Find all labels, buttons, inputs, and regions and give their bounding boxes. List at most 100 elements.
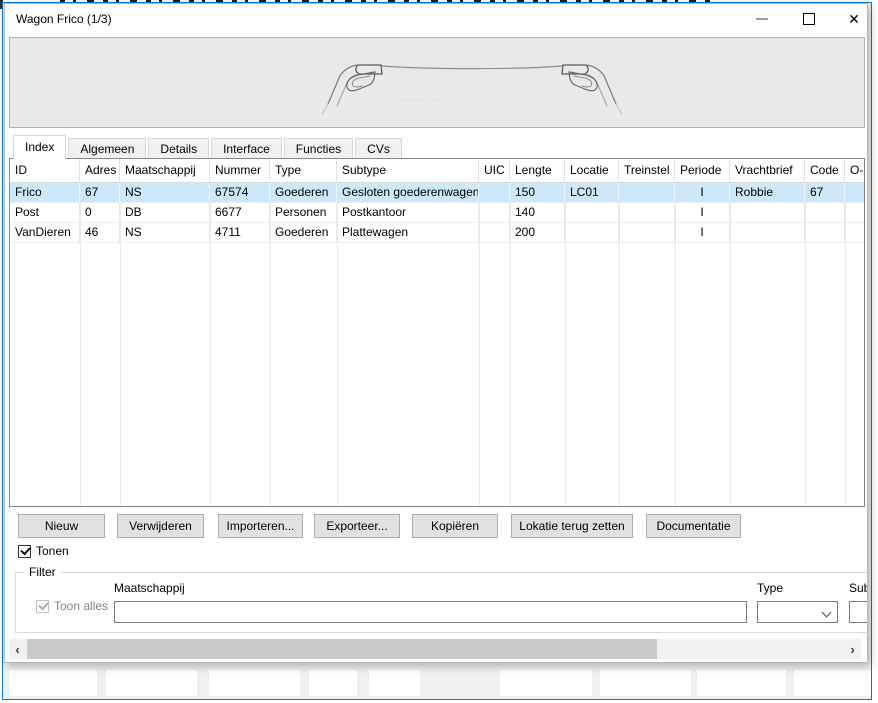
type-label: Type: [757, 581, 783, 595]
table-cell: Goederen: [270, 183, 337, 202]
chevron-right-icon[interactable]: ›: [844, 639, 861, 659]
tab-index[interactable]: Index: [13, 135, 66, 159]
table-cell: NS: [120, 183, 210, 202]
tab-cvs[interactable]: CVs: [355, 138, 402, 159]
filter-group-label: Filter: [25, 565, 60, 579]
maximize-icon: [803, 13, 815, 25]
tab-functies[interactable]: Functies: [284, 138, 353, 159]
column-header-id[interactable]: ID: [10, 159, 80, 182]
table-cell: VanDieren: [10, 223, 80, 242]
table-cell: [845, 223, 865, 242]
table-cell: [805, 223, 845, 242]
column-header-locatie[interactable]: Locatie: [565, 159, 619, 182]
chevron-down-icon: [822, 608, 832, 618]
tab-bar: IndexAlgemeenDetailsInterfaceFunctiesCVs: [13, 134, 404, 159]
tab-interface[interactable]: Interface: [211, 138, 282, 159]
wagon-dialog: Wagon Frico (1/3) ✕: [4, 3, 868, 663]
table-cell: [730, 223, 805, 242]
column-header-type[interactable]: Type: [270, 159, 337, 182]
table-cell: Frico: [10, 183, 80, 202]
table-cell: Goederen: [270, 223, 337, 242]
toon-alles-checkbox[interactable]: Toon alles: [36, 599, 108, 613]
tab-algemeen[interactable]: Algemeen: [68, 138, 146, 159]
table-cell: LC01: [565, 183, 619, 202]
table-cell: 140: [510, 203, 565, 222]
column-header-lengte[interactable]: Lengte: [510, 159, 565, 182]
background-panel: [106, 670, 197, 696]
table-cell: [619, 203, 675, 222]
background-panel: [600, 670, 691, 696]
column-header-nummer[interactable]: Nummer: [210, 159, 270, 182]
table-body: Frico67NS67574GoederenGesloten goederenw…: [10, 183, 864, 243]
button-verwijderen[interactable]: Verwijderen: [117, 514, 204, 538]
column-header-vrachtbrief[interactable]: Vrachtbrief: [730, 159, 805, 182]
table-cell: [479, 203, 510, 222]
button-nieuw[interactable]: Nieuw: [18, 514, 105, 538]
table-row[interactable]: VanDieren46NS4711GoederenPlattewagen200I: [10, 223, 864, 243]
minimize-icon: [756, 18, 768, 20]
background-panel: [697, 670, 786, 696]
close-button[interactable]: ✕: [831, 4, 868, 34]
table-cell: Postkantoor: [337, 203, 479, 222]
table-cell: 0: [80, 203, 120, 222]
table-cell: [730, 203, 805, 222]
table-cell: I: [675, 183, 730, 202]
table-cell: Gesloten goederenwagen: [337, 183, 479, 202]
button-importeren[interactable]: Importeren...: [218, 514, 303, 538]
table-cell: Post: [10, 203, 80, 222]
tonen-checkbox[interactable]: Tonen: [18, 544, 69, 558]
column-header-uic[interactable]: UIC: [479, 159, 510, 182]
column-header-periode[interactable]: Periode: [675, 159, 730, 182]
table-cell: NS: [120, 223, 210, 242]
column-header-subtype[interactable]: Subtype: [337, 159, 479, 182]
table-header-row: IDAdresMaatschappijNummerTypeSubtypeUICL…: [10, 159, 864, 183]
tab-details[interactable]: Details: [148, 138, 209, 159]
maatschappij-label: Maatschappij: [114, 581, 185, 595]
background-panel: [209, 670, 300, 696]
type-dropdown[interactable]: [757, 601, 838, 623]
table-row[interactable]: Post0DB6677PersonenPostkantoor140I: [10, 203, 864, 223]
table-cell: 67: [80, 183, 120, 202]
column-header-maatschappij[interactable]: Maatschappij: [120, 159, 210, 182]
column-header-adres[interactable]: Adres: [80, 159, 120, 182]
horizontal-scrollbar[interactable]: ‹ ›: [9, 639, 861, 659]
table-cell: Plattewagen: [337, 223, 479, 242]
button-documentatie[interactable]: Documentatie: [646, 514, 741, 538]
column-header-treinstel[interactable]: Treinstel: [619, 159, 675, 182]
column-header-code[interactable]: Code: [805, 159, 845, 182]
table-cell: [845, 183, 865, 202]
table-cell: DB: [120, 203, 210, 222]
chevron-left-icon[interactable]: ‹: [9, 639, 26, 659]
button-lokatie-terug-zetten[interactable]: Lokatie terug zetten: [511, 514, 633, 538]
background-panel: [794, 670, 872, 696]
table-cell: 46: [80, 223, 120, 242]
table-row[interactable]: Frico67NS67574GoederenGesloten goederenw…: [10, 183, 864, 203]
background-panel: [369, 670, 420, 696]
check-icon: [36, 600, 49, 613]
table-cell: 4711: [210, 223, 270, 242]
maximize-button[interactable]: [786, 4, 832, 34]
maatschappij-input[interactable]: [114, 601, 747, 623]
table-cell: [619, 183, 675, 202]
minimize-button[interactable]: [739, 4, 785, 34]
scrollbar-thumb[interactable]: [27, 639, 657, 659]
column-header-o-d[interactable]: O-D: [845, 159, 865, 182]
toon-alles-label: Toon alles: [54, 599, 108, 613]
table-cell: [565, 203, 619, 222]
background-panel: [9, 670, 97, 696]
table-cell: 200: [510, 223, 565, 242]
button-kopiëren[interactable]: Kopiëren: [412, 514, 498, 538]
table-cell: 67: [805, 183, 845, 202]
table-cell: [479, 183, 510, 202]
close-icon: ✕: [848, 12, 860, 26]
table-cell: I: [675, 203, 730, 222]
table-cell: [805, 203, 845, 222]
titlebar[interactable]: Wagon Frico (1/3) ✕: [5, 4, 867, 34]
wagon-image-panel: [9, 37, 865, 128]
wagon-line-drawing: [10, 38, 864, 127]
button-exporteer[interactable]: Exporteer...: [314, 514, 400, 538]
table-cell: 6677: [210, 203, 270, 222]
table-cell: [479, 223, 510, 242]
subtype-input[interactable]: [849, 601, 868, 623]
table-grid: IDAdresMaatschappijNummerTypeSubtypeUICL…: [10, 159, 864, 506]
